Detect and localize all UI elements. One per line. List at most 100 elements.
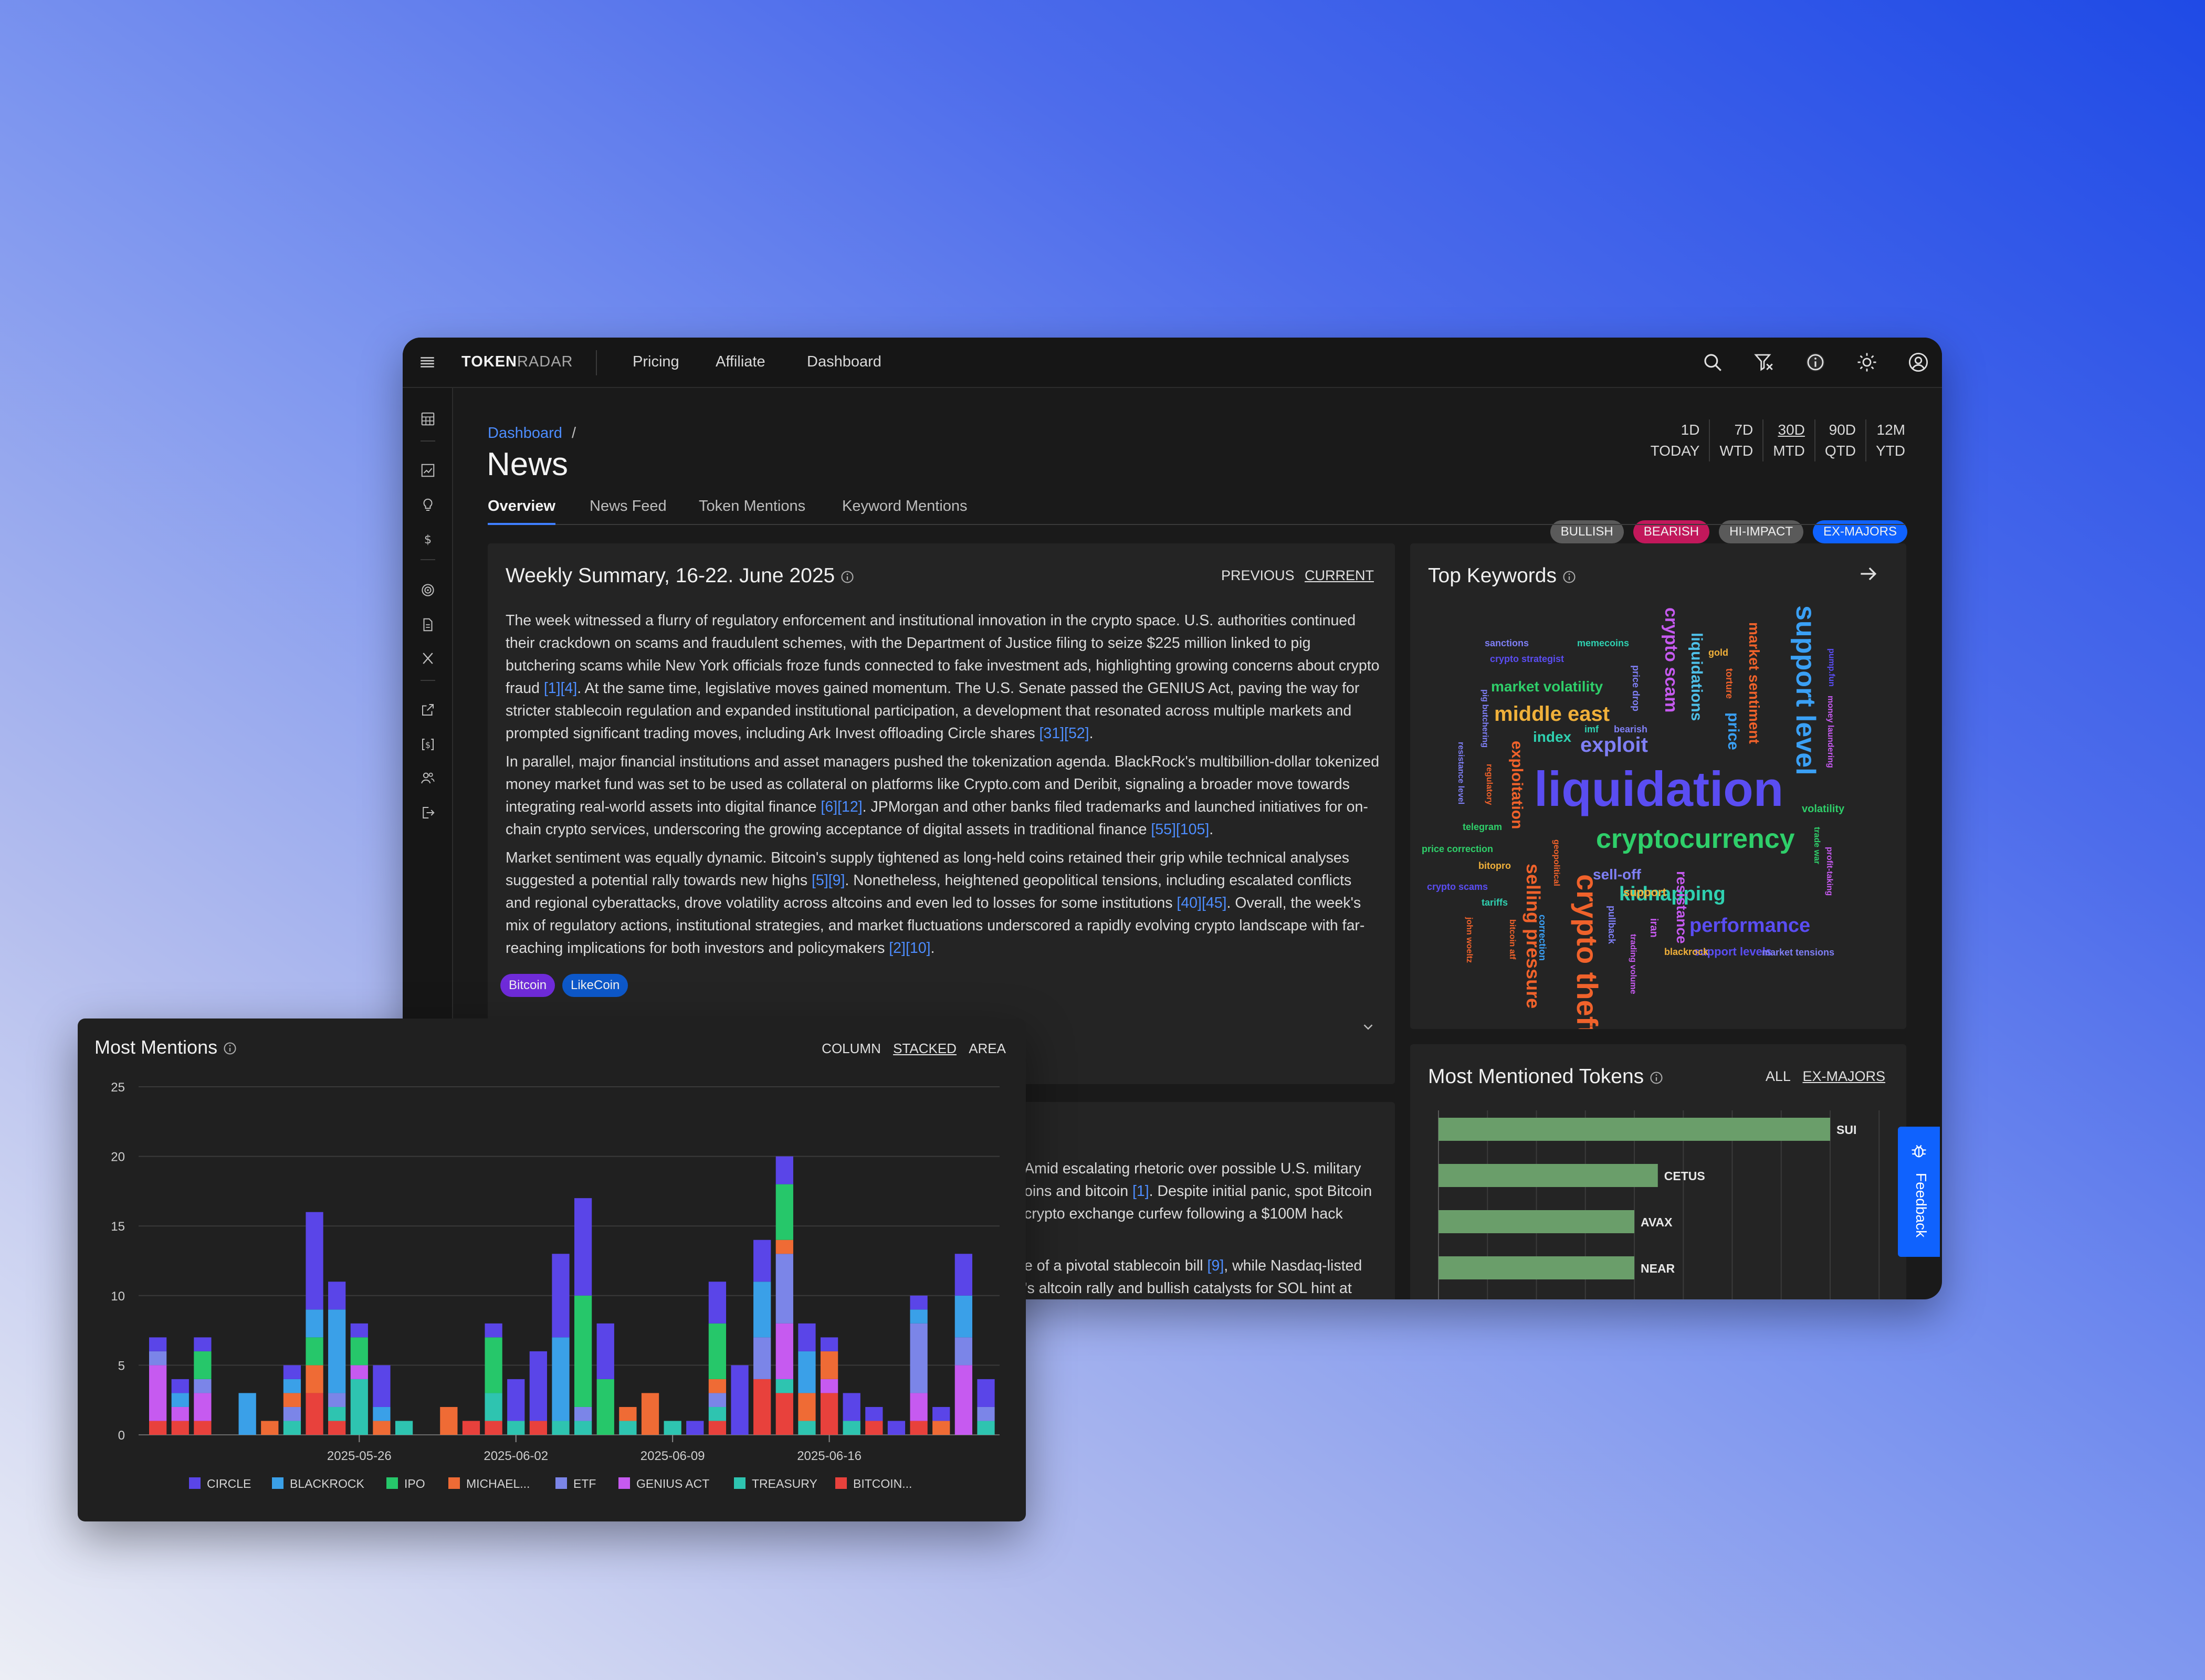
keyword-word[interactable]: support [1623, 886, 1667, 899]
citation-link[interactable]: [55][105] [1151, 821, 1209, 838]
legend-swatch[interactable] [386, 1477, 398, 1489]
legend-swatch[interactable] [618, 1477, 630, 1489]
keyword-word[interactable]: pig butchering [1480, 689, 1489, 748]
bar-segment[interactable] [283, 1365, 301, 1379]
keyword-word[interactable]: trade war [1812, 827, 1821, 864]
users-icon[interactable] [420, 770, 436, 786]
bar-segment[interactable] [977, 1406, 995, 1421]
bar-segment[interactable] [485, 1393, 502, 1421]
bar-segment[interactable] [574, 1198, 592, 1296]
bar-segment[interactable] [373, 1406, 391, 1421]
external-link-icon[interactable] [420, 702, 436, 718]
keyword-word[interactable]: tariffs [1482, 897, 1508, 908]
bar-segment[interactable] [440, 1406, 458, 1435]
token-bar[interactable] [1438, 1210, 1634, 1233]
period-1d[interactable]: 1D TODAY [1641, 419, 1710, 461]
pricing-tag-icon[interactable]: $ [420, 737, 436, 752]
token-bar[interactable] [1438, 1256, 1634, 1279]
keyword-word[interactable]: price drop [1631, 665, 1641, 711]
bar-segment[interactable] [552, 1254, 570, 1338]
bar-segment[interactable] [865, 1406, 883, 1421]
legend-label[interactable]: BLACKROCK [290, 1477, 365, 1490]
bar-segment[interactable] [753, 1379, 771, 1435]
keyword-word[interactable]: performance [1689, 915, 1810, 937]
bar-segment[interactable] [171, 1406, 189, 1421]
bar-segment[interactable] [574, 1421, 592, 1435]
keyword-word[interactable]: liquidation [1534, 761, 1783, 816]
bar-segment[interactable] [171, 1393, 189, 1407]
bar-segment[interactable] [798, 1351, 816, 1393]
bar-segment[interactable] [664, 1421, 681, 1435]
keyword-word[interactable]: profit-taking [1825, 847, 1834, 896]
keyword-word[interactable]: imf [1584, 724, 1599, 734]
bar-segment[interactable] [686, 1421, 704, 1435]
bar-segment[interactable] [507, 1379, 525, 1421]
nav-pricing[interactable]: Pricing [633, 353, 679, 371]
bar-segment[interactable] [350, 1323, 368, 1338]
legend-label[interactable]: IPO [404, 1477, 425, 1490]
bar-segment[interactable] [775, 1184, 793, 1240]
bar-segment[interactable] [194, 1421, 212, 1435]
keyword-word[interactable]: regulatory [1485, 764, 1494, 805]
keyword-word[interactable]: cryptocurrency [1596, 824, 1795, 854]
bar-segment[interactable] [485, 1323, 502, 1338]
bar-segment[interactable] [865, 1421, 883, 1435]
keyword-word[interactable]: blackrock [1664, 947, 1709, 957]
keyword-word[interactable]: index [1533, 729, 1572, 745]
bar-segment[interactable] [775, 1379, 793, 1393]
lightbulb-icon[interactable] [420, 497, 436, 513]
keyword-word[interactable]: market tensions [1762, 947, 1834, 958]
bar-segment[interactable] [619, 1421, 637, 1435]
bar-segment[interactable] [798, 1421, 816, 1435]
tab-news-feed[interactable]: News Feed [590, 498, 667, 525]
bar-segment[interactable] [328, 1406, 346, 1421]
keyword-word[interactable]: john woeltz [1465, 917, 1474, 963]
tag-bitcoin[interactable]: Bitcoin [500, 974, 555, 997]
nav-dashboard[interactable]: Dashboard [807, 353, 881, 371]
bar-segment[interactable] [306, 1337, 323, 1366]
feedback-tab[interactable]: Feedback [1898, 1127, 1940, 1257]
bar-segment[interactable] [708, 1282, 727, 1324]
x-twitter-icon[interactable] [420, 650, 436, 666]
bar-segment[interactable] [194, 1351, 212, 1379]
bar-segment[interactable] [574, 1406, 592, 1421]
bar-segment[interactable] [462, 1421, 480, 1435]
keyword-word[interactable]: sell-off [1593, 866, 1641, 883]
bar-segment[interactable] [977, 1421, 995, 1435]
bar-segment[interactable] [552, 1421, 570, 1435]
legend-label[interactable]: CIRCLE [207, 1477, 251, 1490]
bar-segment[interactable] [574, 1295, 592, 1407]
period-30d[interactable]: 30D MTD [1763, 419, 1815, 461]
keyword-word[interactable]: telegram [1463, 822, 1502, 832]
keyword-word[interactable]: pump.fun [1827, 648, 1836, 687]
bar-segment[interactable] [350, 1337, 368, 1366]
keyword-word[interactable]: money laundering [1826, 696, 1835, 768]
bar-segment[interactable] [328, 1282, 346, 1310]
keyword-word[interactable]: support level [1790, 605, 1821, 775]
keyword-word[interactable]: bitcoin atf [1508, 919, 1517, 960]
citation-link[interactable]: [6][12] [821, 799, 862, 815]
bar-segment[interactable] [708, 1393, 727, 1407]
bar-segment[interactable] [552, 1337, 570, 1421]
bar-segment[interactable] [954, 1365, 972, 1435]
bar-segment[interactable] [373, 1365, 391, 1407]
bar-segment[interactable] [820, 1337, 838, 1351]
chart-icon[interactable] [420, 463, 436, 478]
bar-segment[interactable] [775, 1156, 793, 1184]
keyword-word[interactable]: market volatility [1491, 678, 1603, 695]
bar-segment[interactable] [283, 1406, 301, 1421]
bar-segment[interactable] [753, 1282, 771, 1338]
bar-segment[interactable] [887, 1421, 906, 1435]
keyword-word[interactable]: crypto strategist [1490, 654, 1564, 664]
bar-segment[interactable] [238, 1393, 256, 1435]
bar-segment[interactable] [149, 1351, 167, 1366]
keyword-word[interactable]: resistance level [1456, 742, 1465, 804]
keyword-word[interactable]: bitopro [1478, 860, 1511, 871]
legend-swatch[interactable] [555, 1477, 567, 1489]
bar-segment[interactable] [820, 1393, 838, 1435]
legend-label[interactable]: TREASURY [752, 1477, 817, 1490]
bar-segment[interactable] [306, 1309, 323, 1338]
bar-segment[interactable] [641, 1393, 659, 1435]
keyword-word[interactable]: bearish [1614, 724, 1647, 734]
bar-segment[interactable] [731, 1365, 749, 1435]
